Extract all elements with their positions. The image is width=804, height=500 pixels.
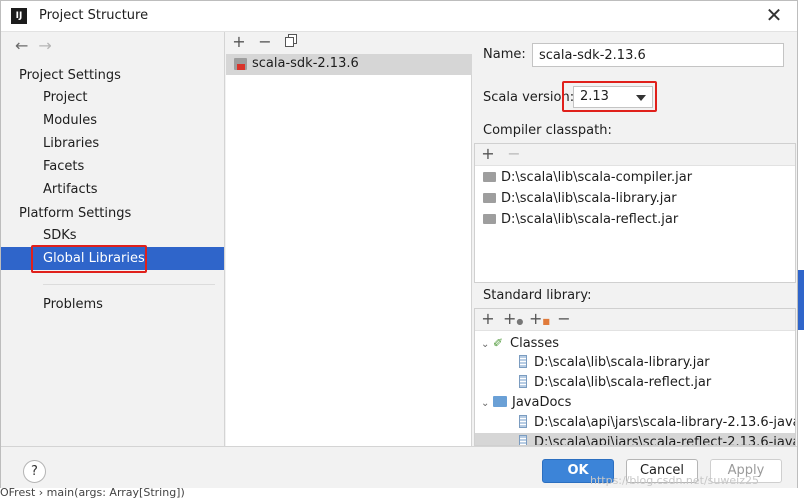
add-icon[interactable]: + — [230, 33, 248, 51]
close-icon[interactable]: ✕ — [763, 5, 785, 27]
platform-settings-header: Platform Settings — [19, 206, 132, 221]
nav-item-facets[interactable]: Facets — [1, 155, 224, 178]
nav-divider — [43, 284, 215, 285]
jar-icon — [519, 415, 527, 428]
project-settings-header: Project Settings — [19, 68, 121, 83]
intellij-app-icon: IJ — [11, 8, 27, 24]
copy-icon[interactable] — [282, 33, 300, 51]
standard-library-toolbar: + +● +■ − — [475, 309, 795, 331]
standard-library-tree: + +● +■ − ⌄ ✐ Classes D:\scala\lib\scala-l… — [474, 308, 796, 446]
nav-item-sdks[interactable]: SDKs — [1, 224, 224, 247]
tree-node-label: Classes — [510, 336, 559, 351]
classpath-toolbar: + − — [475, 144, 795, 166]
tree-leaf[interactable]: D:\scala\lib\scala-library.jar — [519, 353, 710, 373]
jar-icon — [519, 375, 527, 388]
nav-item-problems[interactable]: Problems — [1, 293, 224, 316]
scala-version-select[interactable]: 2.13 — [573, 86, 653, 108]
add-with-options-icon[interactable]: +● — [503, 310, 523, 331]
library-details: Name: Scala version: 2.13 Compiler class… — [473, 32, 797, 446]
jar-icon — [519, 435, 527, 445]
background-editor-strip: OFrest › main(args: Array[String]) — [0, 486, 804, 500]
jar-path: D:\scala\api\jars\scala-reflect-2.13.6-j… — [534, 435, 796, 446]
tree-node-label: JavaDocs — [512, 395, 572, 410]
scala-version-value: 2.13 — [580, 89, 609, 104]
jar-icon — [519, 355, 527, 368]
jar-path: D:\scala\lib\scala-compiler.jar — [501, 170, 693, 185]
background-window-edge — [798, 270, 804, 330]
chevron-down-icon — [636, 95, 646, 101]
standard-library-label: Standard library: — [483, 288, 592, 303]
tree-leaf-selected[interactable]: D:\scala\api\jars\scala-reflect-2.13.6-j… — [475, 433, 796, 446]
list-item[interactable]: D:\scala\lib\scala-library.jar — [483, 189, 677, 209]
nav-history: ← → — [15, 36, 62, 55]
folder-icon — [483, 193, 496, 203]
scala-version-label: Scala version: — [483, 90, 575, 105]
library-name: scala-sdk-2.13.6 — [252, 56, 359, 71]
add-icon[interactable]: + — [479, 310, 497, 328]
add-icon[interactable]: + — [479, 145, 497, 163]
jar-path: D:\scala\lib\scala-library.jar — [534, 355, 710, 370]
folder-icon — [483, 214, 496, 224]
window-title: Project Structure — [39, 8, 149, 23]
nav-item-libraries[interactable]: Libraries — [1, 132, 224, 155]
tree-leaf[interactable]: D:\scala\lib\scala-reflect.jar — [519, 373, 711, 393]
jar-path: D:\scala\lib\scala-reflect.jar — [501, 212, 679, 227]
remove-icon[interactable]: − — [555, 310, 573, 328]
nav-item-artifacts[interactable]: Artifacts — [1, 178, 224, 201]
javadocs-folder-icon — [493, 396, 507, 407]
global-libraries-list: + − scala-sdk-2.13.6 — [226, 32, 472, 446]
settings-nav: ← → Project Settings Project Modules Libr… — [1, 32, 225, 446]
compiler-classpath-label: Compiler classpath: — [483, 123, 612, 138]
list-toolbar: + − — [226, 32, 472, 54]
help-button[interactable]: ? — [23, 460, 46, 483]
list-item[interactable]: D:\scala\lib\scala-compiler.jar — [483, 168, 692, 188]
add-attachment-icon[interactable]: +■ — [529, 310, 550, 331]
remove-icon[interactable]: − — [505, 145, 523, 163]
name-field[interactable] — [532, 43, 784, 67]
scala-library-icon — [234, 58, 247, 70]
watermark: https://blog.csdn.net/suweiz25 — [590, 474, 759, 487]
title-bar: IJ Project Structure ✕ — [1, 1, 797, 32]
folder-icon — [483, 172, 496, 182]
jar-path: D:\scala\lib\scala-reflect.jar — [534, 375, 712, 390]
tree-node-javadocs[interactable]: ⌄ JavaDocs — [481, 393, 571, 413]
classes-icon: ✐ — [493, 336, 504, 350]
jar-path: D:\scala\api\jars\scala-library-2.13.6-j… — [534, 415, 796, 430]
chevron-down-icon[interactable]: ⌄ — [481, 394, 493, 414]
nav-item-global-libraries[interactable]: Global Libraries — [1, 247, 224, 270]
nav-item-project[interactable]: Project — [1, 86, 224, 109]
chevron-down-icon[interactable]: ⌄ — [481, 335, 493, 355]
remove-icon[interactable]: − — [256, 33, 274, 51]
list-item[interactable]: D:\scala\lib\scala-reflect.jar — [483, 210, 678, 230]
compiler-classpath-list: + − D:\scala\lib\scala-compiler.jar D:\s… — [474, 143, 796, 283]
arrow-right-icon[interactable]: → — [38, 36, 51, 55]
list-item[interactable]: scala-sdk-2.13.6 — [226, 54, 472, 75]
arrow-left-icon[interactable]: ← — [15, 36, 28, 55]
tree-leaf[interactable]: D:\scala\api\jars\scala-library-2.13.6-j… — [519, 413, 796, 433]
project-structure-dialog: IJ Project Structure ✕ ← → Project Settin… — [0, 0, 798, 488]
jar-path: D:\scala\lib\scala-library.jar — [501, 191, 677, 206]
nav-item-modules[interactable]: Modules — [1, 109, 224, 132]
tree-node-classes[interactable]: ⌄ ✐ Classes — [481, 333, 559, 353]
name-label: Name: — [483, 47, 526, 62]
background-status-text: OFrest › main(args: Array[String]) — [0, 486, 185, 499]
